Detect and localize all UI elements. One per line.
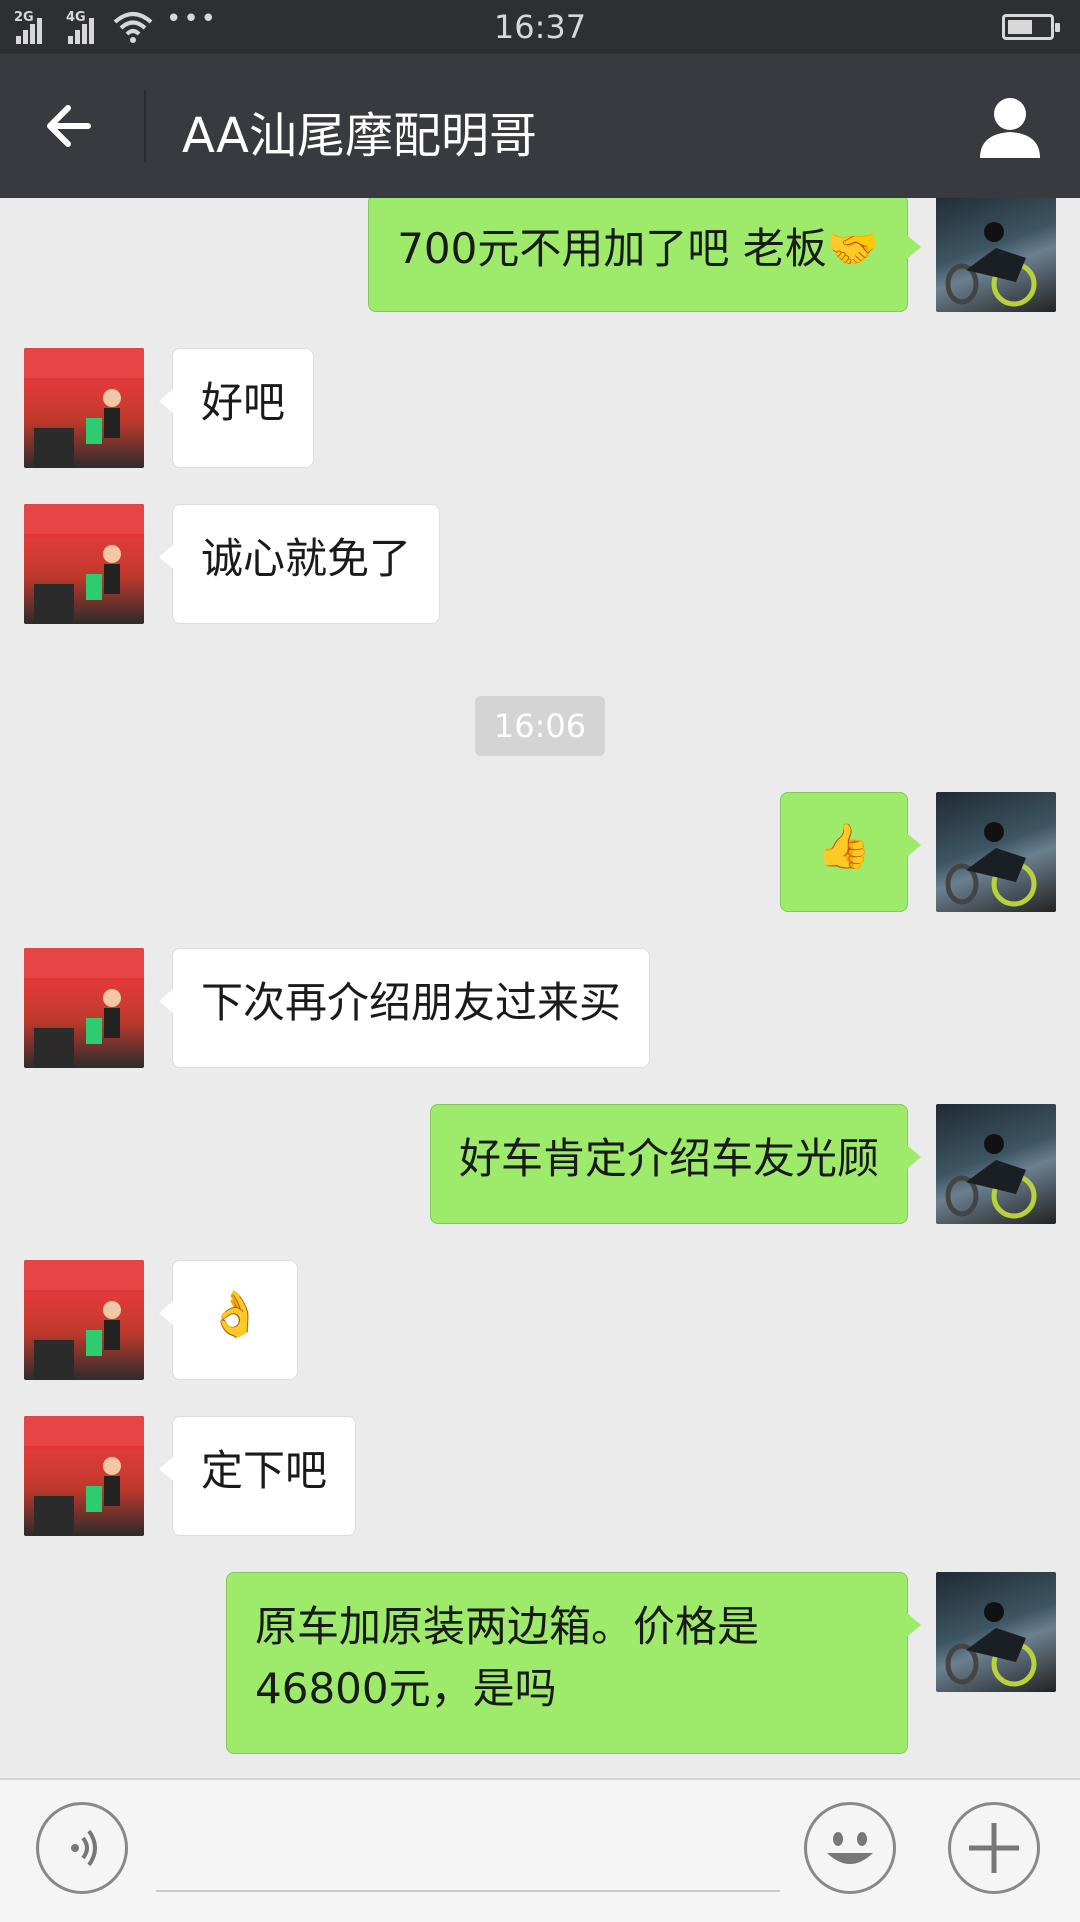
motorcycle-image-icon (945, 1134, 1037, 1219)
message-bubble-received[interactable]: 👌 (159, 1260, 298, 1380)
message-input[interactable] (156, 1890, 780, 1892)
shop-photo-icon (24, 1416, 144, 1536)
input-bar (0, 1778, 1080, 1922)
message-bubble-received[interactable]: 诚心就免了 (158, 504, 441, 624)
message-text: 定下吧 (201, 1446, 328, 1495)
status-time: 16:37 (493, 8, 587, 46)
motorcycle-image-icon (945, 1602, 1037, 1687)
message-bubble-sent[interactable]: 好车肯定介绍车友光顾 (429, 1104, 922, 1224)
message-bubble-received[interactable]: 下次再介绍朋友过来买 (158, 948, 651, 1068)
message-text: 好吧 (201, 378, 286, 427)
title-divider (144, 90, 146, 162)
contact-avatar[interactable] (24, 348, 144, 468)
my-avatar[interactable] (936, 792, 1056, 912)
motorcycle-image-icon (945, 222, 1037, 307)
message-bubble-received[interactable]: 定下吧 (158, 1416, 357, 1536)
my-avatar[interactable] (936, 1104, 1056, 1224)
shop-photo-icon (24, 948, 144, 1068)
my-avatar[interactable] (936, 1572, 1056, 1692)
contact-avatar[interactable] (24, 948, 144, 1068)
smiley-icon (827, 1832, 873, 1864)
contact-avatar[interactable] (24, 1416, 144, 1536)
battery-icon (1002, 14, 1060, 40)
back-arrow-icon[interactable] (40, 96, 100, 156)
voice-icon (71, 1829, 97, 1867)
shop-photo-icon (24, 1260, 144, 1380)
chat-area[interactable]: 700元不用加了吧 老板🤝 好吧 诚心就免了 16:06 👍 下次再介绍朋友过来… (0, 198, 1080, 1778)
message-bubble-sent[interactable]: 700元不用加了吧 老板🤝 (368, 198, 921, 312)
title-bar: AA汕尾摩配明哥 (0, 54, 1080, 198)
shop-photo-icon (24, 504, 144, 624)
contact-avatar[interactable] (24, 1260, 144, 1380)
person-icon[interactable] (976, 92, 1044, 160)
shop-photo-icon (24, 348, 144, 468)
status-bar: 2G 4G ••• 16:37 (0, 0, 1080, 54)
message-bubble-received[interactable]: 好吧 (158, 348, 315, 468)
my-avatar[interactable] (936, 198, 1056, 312)
add-button[interactable] (948, 1802, 1040, 1894)
message-text: 诚心就免了 (201, 534, 412, 583)
message-text: 下次再介绍朋友过来买 (201, 978, 622, 1027)
contact-avatar[interactable] (24, 504, 144, 624)
message-text: 700元不用加了吧 老板🤝 (397, 224, 879, 273)
voice-button[interactable] (36, 1802, 128, 1894)
thumbs-up-icon: 👍 (816, 821, 872, 872)
plus-icon (969, 1823, 1019, 1873)
message-bubble-sent[interactable]: 原车加原装两边箱。价格是46800元，是吗 (226, 1572, 921, 1754)
emoji-button[interactable] (804, 1802, 896, 1894)
message-text: 原车加原装两边箱。价格是46800元，是吗 (255, 1602, 760, 1713)
motorcycle-image-icon (945, 822, 1037, 907)
chat-title: AA汕尾摩配明哥 (182, 108, 538, 164)
message-text: 好车肯定介绍车友光顾 (458, 1134, 879, 1183)
time-divider: 16:06 (475, 696, 605, 756)
message-bubble-sent[interactable]: 👍 (780, 792, 921, 912)
ok-hand-icon: 👌 (207, 1289, 263, 1340)
